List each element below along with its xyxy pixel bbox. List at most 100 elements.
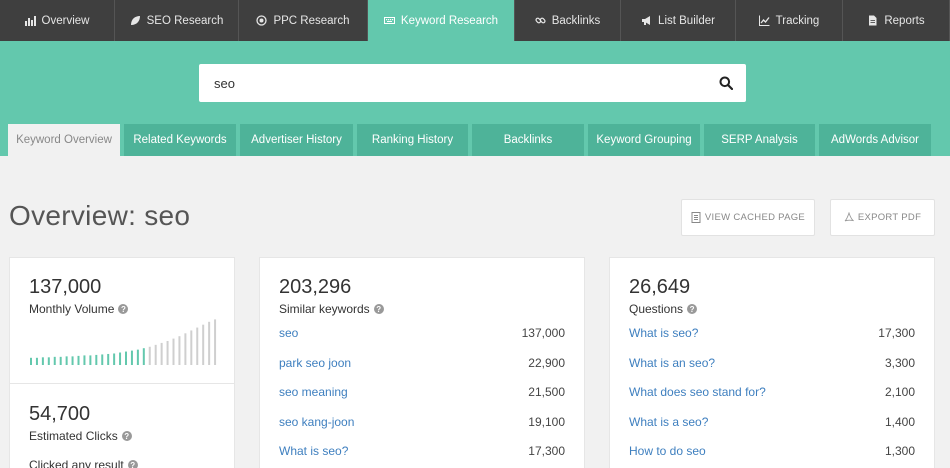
nav-tab-tracking[interactable]: Tracking xyxy=(736,0,843,41)
keyword-volume: 1,400 xyxy=(884,414,915,429)
tab-advertiser-history[interactable]: Advertiser History xyxy=(240,124,353,156)
help-icon[interactable]: ? xyxy=(687,304,698,314)
nav-tab-label: Tracking xyxy=(775,14,820,27)
trend-bar xyxy=(154,344,157,365)
keyword-volume: 22,900 xyxy=(528,355,565,370)
similar-keywords-card: 203,296 Similar keywords? seo 137,000 park… xyxy=(259,257,585,468)
trend-bar xyxy=(178,336,181,365)
nav-tab-seo-research[interactable]: SEO Research xyxy=(115,0,239,41)
similar-keywords-count: 203,296 xyxy=(279,276,352,298)
estimated-clicks-label: Estimated Clicks xyxy=(29,429,118,443)
megaphone-icon xyxy=(641,15,652,26)
nav-tab-ppc-research[interactable]: PPC Research xyxy=(239,0,368,41)
tab-related-keywords[interactable]: Related Keywords xyxy=(124,124,236,156)
line-chart-icon xyxy=(758,15,770,26)
trend-bar xyxy=(184,333,187,365)
similar-keywords-label: Similar keywords xyxy=(279,302,370,316)
list-item: What is a seo? 1,400 xyxy=(629,415,915,445)
questions-list: What is seo? 17,300 What is an seo? 3,300 Wh… xyxy=(629,326,915,468)
nav-tab-label: Backlinks xyxy=(551,14,601,27)
trend-bar xyxy=(148,346,151,365)
trend-bar xyxy=(30,357,32,365)
keyword-link[interactable]: seo kang-joon xyxy=(279,415,354,429)
trend-bar xyxy=(47,357,50,365)
help-icon[interactable]: ? xyxy=(118,304,129,314)
tab-serp-analysis[interactable]: SERP Analysis xyxy=(704,124,815,156)
keyword-link[interactable]: What is an seo? xyxy=(629,356,715,370)
list-item: What is seo? 17,300 xyxy=(279,444,565,468)
target-icon xyxy=(256,15,268,26)
nav-tab-label: SEO Research xyxy=(146,14,224,27)
trend-bar xyxy=(107,353,110,365)
sub-tabs: Keyword Overview Related Keywords Advertis… xyxy=(8,124,931,156)
keyword-link[interactable]: seo xyxy=(279,326,298,340)
trend-bar xyxy=(172,338,175,365)
document-icon xyxy=(867,15,878,26)
trend-bar xyxy=(190,330,193,365)
keyword-volume: 21,500 xyxy=(528,385,565,399)
pdf-icon xyxy=(844,212,854,222)
keyword-link[interactable]: seo meaning xyxy=(279,385,348,399)
list-item: park seo joon 22,900 xyxy=(279,356,565,386)
help-icon[interactable]: ? xyxy=(373,304,384,314)
document-icon xyxy=(691,212,701,223)
tab-keyword-grouping[interactable]: Keyword Grouping xyxy=(588,124,700,156)
trend-bar xyxy=(35,357,38,365)
view-cached-page-label: VIEW CACHED PAGE xyxy=(704,212,806,223)
nav-tab-list-builder[interactable]: List Builder xyxy=(621,0,736,41)
trend-bar xyxy=(130,350,133,365)
nav-tab-label: List Builder xyxy=(658,14,715,27)
tab-adwords-advisor[interactable]: AdWords Advisor xyxy=(819,124,931,156)
link-icon xyxy=(535,15,546,26)
trend-bar xyxy=(59,356,62,365)
view-cached-page-button[interactable]: VIEW CACHED PAGE xyxy=(681,199,815,236)
tab-ranking-history[interactable]: Ranking History xyxy=(357,124,468,156)
list-item: What does seo stand for? 2,100 xyxy=(629,385,915,415)
tab-backlinks[interactable]: Backlinks xyxy=(472,124,584,156)
nav-tab-overview[interactable]: Overview xyxy=(0,0,115,41)
export-pdf-button[interactable]: EXPORT PDF xyxy=(830,199,935,236)
page-title: Overview: seo xyxy=(9,200,191,231)
keyword-link[interactable]: What is seo? xyxy=(629,326,698,340)
header-band: Keyword OverviewRelated KeywordsAdvertis… xyxy=(0,41,950,156)
top-nav: Overview SEO Research PPC Research Keyword … xyxy=(0,0,950,41)
nav-tab-keyword-research[interactable]: Keyword Research xyxy=(368,0,515,41)
trend-bar xyxy=(71,356,74,365)
help-icon[interactable]: ? xyxy=(127,460,138,468)
trend-bar xyxy=(89,355,92,365)
card-divider xyxy=(10,383,234,384)
search-input[interactable] xyxy=(199,64,706,102)
trend-bar xyxy=(65,356,68,365)
keyword-link[interactable]: park seo joon xyxy=(279,356,351,370)
estimated-clicks-value: 54,700 xyxy=(29,403,91,425)
trend-bar xyxy=(95,354,98,365)
keyword-link[interactable]: How to do seo xyxy=(629,444,706,458)
questions-label: Questions xyxy=(629,302,684,316)
questions-count: 26,649 xyxy=(629,276,691,298)
nav-tab-backlinks[interactable]: Backlinks xyxy=(515,0,621,41)
trend-bar xyxy=(125,351,127,365)
trend-bar xyxy=(101,354,104,365)
help-icon[interactable]: ? xyxy=(121,431,132,441)
trend-bar xyxy=(196,327,199,365)
clicked-any-label: Clicked any result xyxy=(29,458,124,468)
trend-bar xyxy=(202,324,205,365)
trend-bar xyxy=(77,355,80,365)
trend-bar xyxy=(208,321,211,365)
tab-keyword-overview[interactable]: Keyword Overview xyxy=(8,124,120,156)
similar-keywords-list: seo 137,000 park seo joon 22,900 seo meaning… xyxy=(279,326,565,468)
keyword-link[interactable]: What is a seo? xyxy=(629,415,708,429)
search-icon[interactable] xyxy=(706,64,746,102)
monthly-volume-value: 137,000 xyxy=(29,276,102,298)
keyword-link[interactable]: What is seo? xyxy=(279,444,348,458)
trend-bar xyxy=(214,319,217,365)
trend-bar xyxy=(41,357,44,365)
questions-card: 26,649 Questions? What is seo? 17,300 What… xyxy=(609,257,935,468)
volume-trend-chart xyxy=(30,319,217,365)
keyword-volume: 1,300 xyxy=(884,444,915,458)
leaf-icon xyxy=(130,15,141,26)
keyword-link[interactable]: What does seo stand for? xyxy=(629,385,766,399)
volume-card: 137,000 Monthly Volume? 54,700 Estimated… xyxy=(9,257,235,468)
trend-bar xyxy=(160,342,163,365)
nav-tab-reports[interactable]: Reports xyxy=(843,0,950,41)
